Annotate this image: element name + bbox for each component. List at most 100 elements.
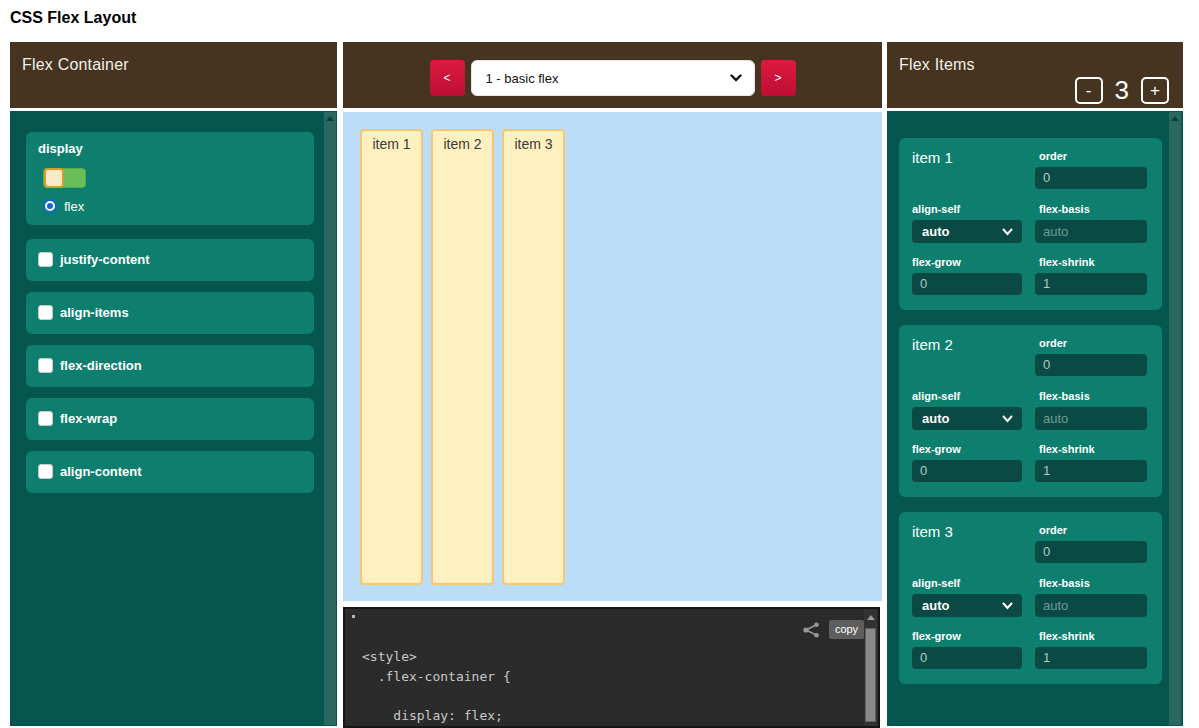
right-panel-scrollbar[interactable] (1169, 112, 1181, 725)
display-card: display flex (26, 132, 314, 225)
flex-preview-container: item 1 item 2 item 3 (343, 112, 882, 601)
display-toggle[interactable] (43, 168, 86, 188)
example-select-value: 1 - basic flex (486, 71, 559, 86)
align-items-label: align-items (60, 305, 129, 320)
order-input[interactable]: 0 (1035, 541, 1147, 563)
code-panel: copy <style> .flex-container { display: … (343, 607, 880, 728)
example-select[interactable]: 1 - basic flex (471, 60, 755, 96)
property-card-justify-content: justify-content (26, 239, 314, 281)
flex-container-panel-header: Flex Container (10, 42, 337, 108)
item-card-title: item 3 (912, 523, 953, 540)
next-example-button[interactable]: > (761, 60, 796, 96)
flex-basis-label: flex-basis (1039, 577, 1090, 589)
flex-item-card-2: item 2 order 0 align-self auto flex-basi… (899, 325, 1162, 497)
remove-item-button[interactable]: - (1075, 77, 1103, 104)
flex-basis-placeholder: auto (1043, 411, 1068, 426)
flex-item-1: item 1 (360, 129, 423, 585)
flex-basis-label: flex-basis (1039, 390, 1090, 402)
flex-item-card-3: item 3 order 0 align-self auto flex-basi… (899, 512, 1162, 684)
align-self-select[interactable]: auto (912, 594, 1022, 617)
page-title: CSS Flex Layout (10, 9, 136, 27)
flex-item-3: item 3 (502, 129, 565, 585)
order-label: order (1039, 524, 1067, 536)
flex-shrink-input[interactable]: 1 (1035, 460, 1147, 482)
item-count-controls: - 3 + (1075, 75, 1169, 106)
align-content-checkbox[interactable] (38, 464, 53, 479)
flex-item-2-label: item 2 (443, 136, 481, 152)
flex-shrink-label: flex-shrink (1039, 256, 1095, 268)
order-label: order (1039, 150, 1067, 162)
flex-shrink-label: flex-shrink (1039, 630, 1095, 642)
property-card-align-content: align-content (26, 451, 314, 493)
flex-grow-value: 0 (920, 463, 927, 478)
align-self-select[interactable]: auto (912, 220, 1022, 243)
scroll-up-icon (326, 116, 334, 121)
flex-grow-input[interactable]: 0 (912, 460, 1022, 482)
justify-content-checkbox[interactable] (38, 252, 53, 267)
flex-shrink-input[interactable]: 1 (1035, 647, 1147, 669)
order-value: 0 (1043, 170, 1050, 185)
order-input[interactable]: 0 (1035, 167, 1147, 189)
display-toggle-knob (44, 168, 64, 188)
justify-content-label: justify-content (60, 252, 150, 267)
app: CSS Flex Layout Flex Container display f… (0, 0, 1199, 728)
item-card-title: item 2 (912, 336, 953, 353)
align-items-checkbox[interactable] (38, 305, 53, 320)
flex-basis-input[interactable]: auto (1035, 594, 1147, 617)
flex-shrink-value: 1 (1043, 463, 1050, 478)
property-card-flex-wrap: flex-wrap (26, 398, 314, 440)
flex-shrink-label: flex-shrink (1039, 443, 1095, 455)
align-self-label: align-self (912, 390, 960, 402)
flex-item-2: item 2 (431, 129, 494, 585)
flex-basis-label: flex-basis (1039, 203, 1090, 215)
flex-direction-checkbox[interactable] (38, 358, 53, 373)
flex-grow-value: 0 (920, 650, 927, 665)
flex-grow-label: flex-grow (912, 256, 961, 268)
code-line: display: flex; (362, 706, 511, 726)
flex-items-panel-header: Flex Items - 3 + (887, 42, 1183, 108)
copy-button[interactable]: copy (829, 620, 864, 639)
flex-wrap-checkbox[interactable] (38, 411, 53, 426)
code-scrollbar[interactable] (864, 609, 877, 726)
align-self-label: align-self (912, 577, 960, 589)
flex-shrink-input[interactable]: 1 (1035, 273, 1147, 295)
flex-item-3-label: item 3 (514, 136, 552, 152)
flex-items-panel-body: item 1 order 0 align-self auto flex-basi… (887, 111, 1183, 726)
flex-item-card-1: item 1 order 0 align-self auto flex-basi… (899, 138, 1162, 310)
flex-item-1-label: item 1 (372, 136, 410, 152)
flex-grow-input[interactable]: 0 (912, 273, 1022, 295)
order-value: 0 (1043, 544, 1050, 559)
prev-example-button[interactable]: < (430, 60, 465, 96)
share-icon[interactable] (803, 622, 820, 638)
flex-grow-label: flex-grow (912, 443, 961, 455)
code-scrollbar-thumb[interactable] (865, 628, 876, 722)
order-input[interactable]: 0 (1035, 354, 1147, 376)
align-self-value: auto (922, 411, 949, 426)
left-panel-scrollbar[interactable] (324, 112, 336, 725)
flex-basis-input[interactable]: auto (1035, 220, 1147, 243)
flex-shrink-value: 1 (1043, 276, 1050, 291)
flex-grow-input[interactable]: 0 (912, 647, 1022, 669)
flex-radio-label: flex (64, 199, 84, 214)
flex-direction-label: flex-direction (60, 358, 142, 373)
flex-container-panel-body: display flex justify-content align-items… (10, 111, 337, 726)
display-label: display (38, 141, 83, 156)
code-line: .flex-container { (362, 667, 511, 687)
flex-radio[interactable] (43, 199, 57, 213)
code-cursor-dot (352, 615, 355, 618)
flex-grow-value: 0 (920, 276, 927, 291)
scroll-up-icon (867, 615, 875, 620)
item-card-title: item 1 (912, 149, 953, 166)
chevron-down-icon (1002, 602, 1013, 610)
flex-basis-input[interactable]: auto (1035, 407, 1147, 430)
example-nav-row: < 1 - basic flex > (343, 60, 882, 96)
property-card-align-items: align-items (26, 292, 314, 334)
order-value: 0 (1043, 357, 1050, 372)
flex-wrap-label: flex-wrap (60, 411, 117, 426)
align-self-select[interactable]: auto (912, 407, 1022, 430)
flex-shrink-value: 1 (1043, 650, 1050, 665)
add-item-button[interactable]: + (1141, 77, 1169, 104)
code-line: <style> (362, 647, 511, 667)
align-self-value: auto (922, 598, 949, 613)
chevron-down-icon (1002, 415, 1013, 423)
